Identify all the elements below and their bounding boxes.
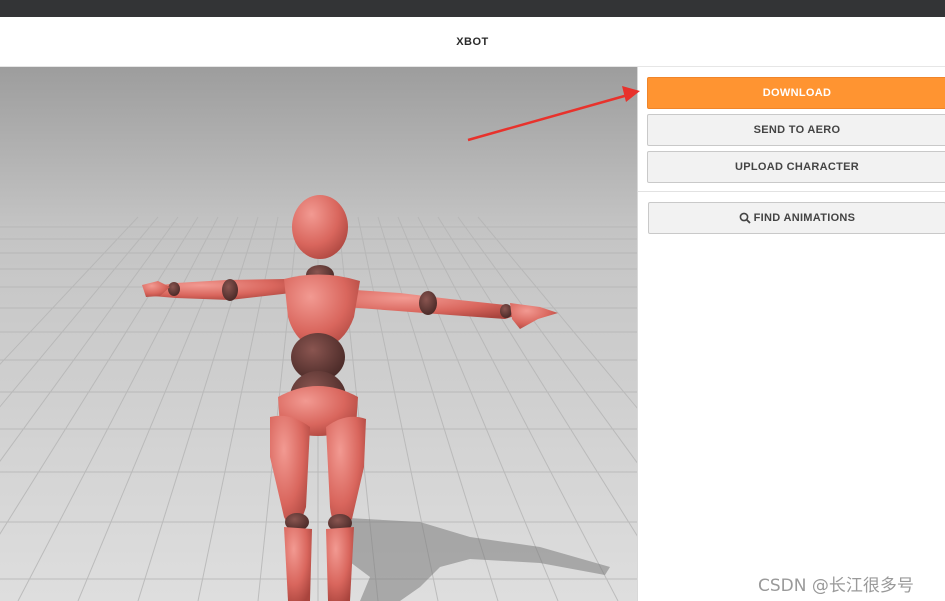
search-icon: [739, 212, 751, 224]
viewport-scene[interactable]: [0, 67, 637, 601]
find-animations-label: FIND ANIMATIONS: [753, 212, 856, 224]
watermark-text: CSDN @长江很多号: [758, 576, 914, 596]
top-bar: [0, 0, 945, 17]
panel-divider: [638, 191, 945, 192]
send-to-aero-button[interactable]: SEND TO AERO: [647, 114, 945, 146]
page-title: XBOT: [456, 35, 489, 48]
upload-character-button[interactable]: UPLOAD CHARACTER: [647, 151, 945, 183]
find-animations-button[interactable]: FIND ANIMATIONS: [648, 202, 945, 234]
download-button[interactable]: DOWNLOAD: [647, 77, 945, 109]
3d-viewport[interactable]: [0, 67, 637, 601]
page-header: XBOT: [0, 17, 945, 67]
action-panel: DOWNLOAD SEND TO AERO UPLOAD CHARACTER F…: [637, 67, 945, 601]
